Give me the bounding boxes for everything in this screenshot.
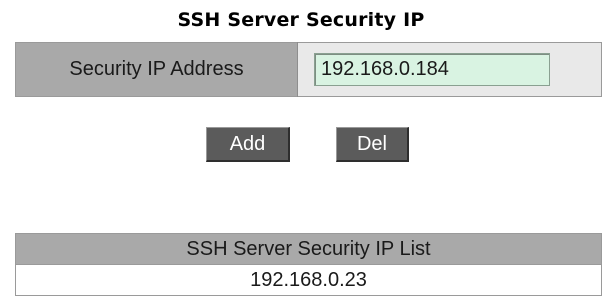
- del-button[interactable]: Del: [336, 127, 409, 162]
- security-ip-list: SSH Server Security IP List 192.168.0.23: [15, 233, 602, 296]
- list-item-ip: 192.168.0.23: [15, 264, 602, 296]
- security-ip-form: Security IP Address: [15, 42, 602, 97]
- list-header: SSH Server Security IP List: [15, 233, 602, 265]
- add-button[interactable]: Add: [206, 127, 290, 162]
- security-ip-row: Security IP Address: [15, 42, 602, 97]
- security-ip-label: Security IP Address: [15, 42, 298, 97]
- list-header-row: SSH Server Security IP List: [15, 233, 602, 265]
- page-title: SSH Server Security IP: [177, 9, 425, 31]
- security-ip-input-cell: [297, 42, 602, 97]
- security-ip-input[interactable]: [314, 53, 550, 86]
- list-item[interactable]: 192.168.0.23: [15, 264, 602, 296]
